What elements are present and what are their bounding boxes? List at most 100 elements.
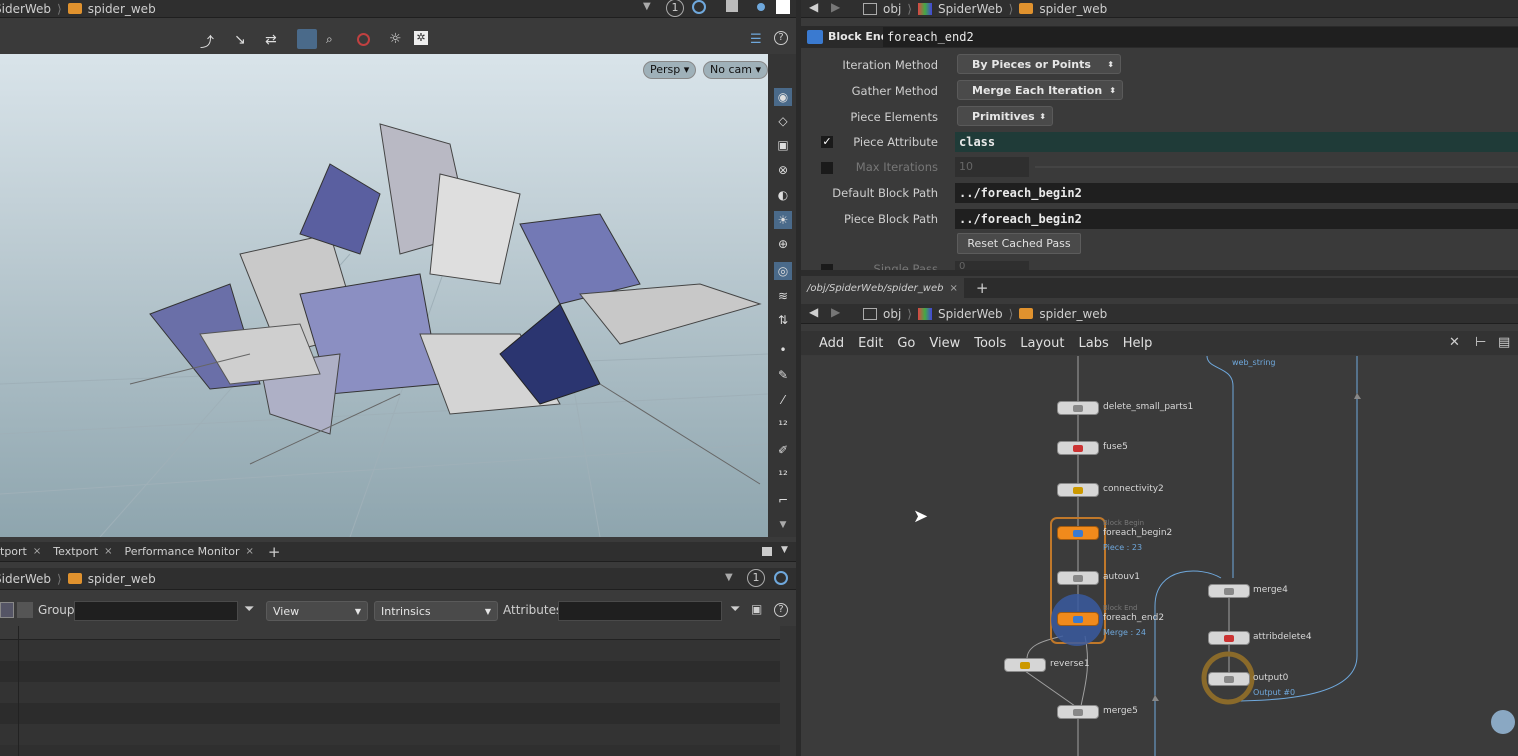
node-autouv1[interactable] — [1057, 571, 1099, 585]
max-iterations-field[interactable]: 10 — [955, 157, 1029, 177]
menu-add[interactable]: Add — [819, 336, 844, 351]
table-row[interactable] — [0, 640, 780, 661]
node-delete-small-parts1[interactable] — [1057, 401, 1099, 415]
filter-icon[interactable]: ⏷ — [244, 602, 254, 617]
crumb-net[interactable]: SpiderWeb — [938, 2, 1003, 16]
max-iterations-slider[interactable] — [1035, 166, 1518, 168]
magnify-icon[interactable]: ⌕ — [326, 32, 333, 47]
group-input[interactable] — [74, 601, 238, 621]
menu-help[interactable]: Help — [1123, 336, 1153, 351]
tab-network[interactable]: /obj/SpiderWeb/spider_web × — [801, 278, 964, 298]
forward-arrow-icon[interactable]: ▶ — [831, 305, 840, 319]
target-icon[interactable]: ⊕ — [774, 235, 792, 253]
add-tab-icon[interactable]: + — [976, 279, 989, 297]
node-reverse1[interactable] — [1004, 658, 1046, 672]
menu-tools[interactable]: Tools — [974, 336, 1006, 351]
back-arrow-icon[interactable]: ◀ — [809, 0, 818, 14]
network-editor[interactable]: web_string delete_small_parts1 fuse5 con… — [801, 356, 1518, 756]
options-icon[interactable]: ▣ — [751, 602, 762, 616]
table-row[interactable] — [0, 703, 780, 724]
piece-elements-menu[interactable]: Primitives ⬍ — [957, 106, 1053, 126]
no-entry-icon[interactable] — [357, 33, 370, 46]
display-options-icon[interactable]: ☰ — [750, 32, 762, 47]
node-foreach-begin2[interactable] — [1057, 526, 1099, 540]
3d-viewport[interactable]: Persp ▾ No cam ▾ — [0, 54, 768, 537]
chevron-down-icon[interactable]: ▼ — [643, 1, 651, 12]
sort-icon[interactable]: ⇅ — [774, 311, 792, 329]
transform-icon[interactable]: ⇄ — [265, 32, 277, 48]
node-foreach-end2[interactable] — [1057, 612, 1099, 626]
asterisk-icon[interactable]: ✲ — [414, 31, 428, 45]
point-mode-icon[interactable] — [0, 602, 14, 618]
table-row[interactable] — [0, 682, 780, 703]
crumb-node[interactable]: spider_web — [1039, 307, 1107, 321]
camera-icon[interactable]: ◎ — [774, 262, 792, 280]
link-icon[interactable] — [692, 0, 706, 14]
crumb-net[interactable]: SiderWeb — [0, 2, 51, 16]
select-mode-icon[interactable]: ⤴ — [200, 32, 214, 52]
crumb-node[interactable]: spider_web — [88, 2, 156, 16]
tab-textport-partial[interactable]: tport × — [0, 545, 47, 558]
close-icon[interactable]: × — [245, 546, 253, 557]
node-output0[interactable] — [1208, 672, 1250, 686]
pin-counter[interactable]: 1 — [747, 569, 765, 587]
iteration-method-menu[interactable]: By Pieces or Points ⬍ — [957, 54, 1121, 74]
network-overview-icon[interactable] — [1491, 710, 1515, 734]
back-arrow-icon[interactable]: ◀ — [809, 305, 818, 319]
pen-icon[interactable]: ✎ — [774, 366, 792, 384]
corner-icon[interactable]: ⌐ — [774, 491, 792, 509]
menu-go[interactable]: Go — [897, 336, 915, 351]
chevron-down-icon[interactable]: ▼ — [781, 545, 788, 555]
spreadsheet-table[interactable] — [0, 626, 780, 756]
crumb-node[interactable]: spider_web — [88, 572, 156, 586]
node-fuse5[interactable] — [1057, 441, 1099, 455]
default-block-path-field[interactable]: ../foreach_begin2 — [955, 183, 1518, 203]
pane-splitter-horizontal[interactable] — [801, 270, 1518, 276]
menu-view[interactable]: View — [929, 336, 960, 351]
close-icon[interactable]: × — [949, 283, 957, 294]
point-icon[interactable]: • — [774, 341, 792, 359]
persp-menu[interactable]: Persp ▾ — [643, 61, 697, 79]
help-icon[interactable]: ? — [774, 31, 788, 45]
number-icon[interactable]: ¹² — [774, 416, 792, 434]
cube-icon[interactable] — [726, 0, 738, 12]
reset-cached-pass-button[interactable]: Reset Cached Pass — [957, 233, 1081, 254]
close-icon[interactable]: × — [104, 546, 112, 557]
pick-icon[interactable]: ↘ — [234, 32, 246, 48]
tab-performance-monitor[interactable]: Performance Monitor × — [118, 545, 259, 558]
snap-icon[interactable] — [297, 29, 317, 49]
chevron-down-icon[interactable]: ▼ — [774, 516, 792, 534]
paint-icon[interactable]: ✐ — [774, 441, 792, 459]
crumb-net[interactable]: SpiderWeb — [938, 307, 1003, 321]
wrench-icon[interactable]: ✕ — [1449, 335, 1460, 350]
list-icon[interactable]: ▤ — [1498, 335, 1510, 350]
crumb-obj[interactable]: obj — [883, 307, 901, 321]
spreadsheet-scrollbar[interactable] — [780, 626, 796, 756]
number2-icon[interactable]: ¹² — [774, 466, 792, 484]
piece-block-path-field[interactable]: ../foreach_begin2 — [955, 209, 1518, 229]
node-merge4[interactable] — [1208, 584, 1250, 598]
crumb-net[interactable]: SiderWeb — [0, 572, 51, 586]
node-merge5[interactable] — [1057, 705, 1099, 719]
tree-icon[interactable]: ⊢ — [1475, 335, 1486, 350]
object-mode-icon[interactable] — [17, 602, 33, 618]
pane-menu-icon[interactable] — [762, 547, 772, 556]
brush-icon[interactable]: ⁄ — [774, 391, 792, 409]
menu-layout[interactable]: Layout — [1020, 336, 1064, 351]
table-row[interactable] — [0, 724, 780, 745]
tab-textport[interactable]: Textport × — [47, 545, 118, 558]
menu-labs[interactable]: Labs — [1078, 336, 1108, 351]
menu-edit[interactable]: Edit — [858, 336, 883, 351]
link-icon[interactable] — [774, 571, 788, 585]
layers-icon[interactable]: ≋ — [774, 287, 792, 305]
forward-arrow-icon[interactable]: ▶ — [831, 0, 840, 14]
node-attribdelete4[interactable] — [1208, 631, 1250, 645]
crumb-node[interactable]: spider_web — [1039, 2, 1107, 16]
node-connectivity2[interactable] — [1057, 483, 1099, 497]
chevron-down-icon[interactable]: ▼ — [725, 572, 733, 583]
close-icon[interactable]: × — [33, 546, 41, 557]
piece-attribute-field[interactable]: class — [955, 132, 1518, 152]
help-icon[interactable]: ? — [774, 603, 788, 617]
add-tab-icon[interactable]: + — [268, 543, 281, 561]
attributes-input[interactable] — [558, 601, 722, 621]
